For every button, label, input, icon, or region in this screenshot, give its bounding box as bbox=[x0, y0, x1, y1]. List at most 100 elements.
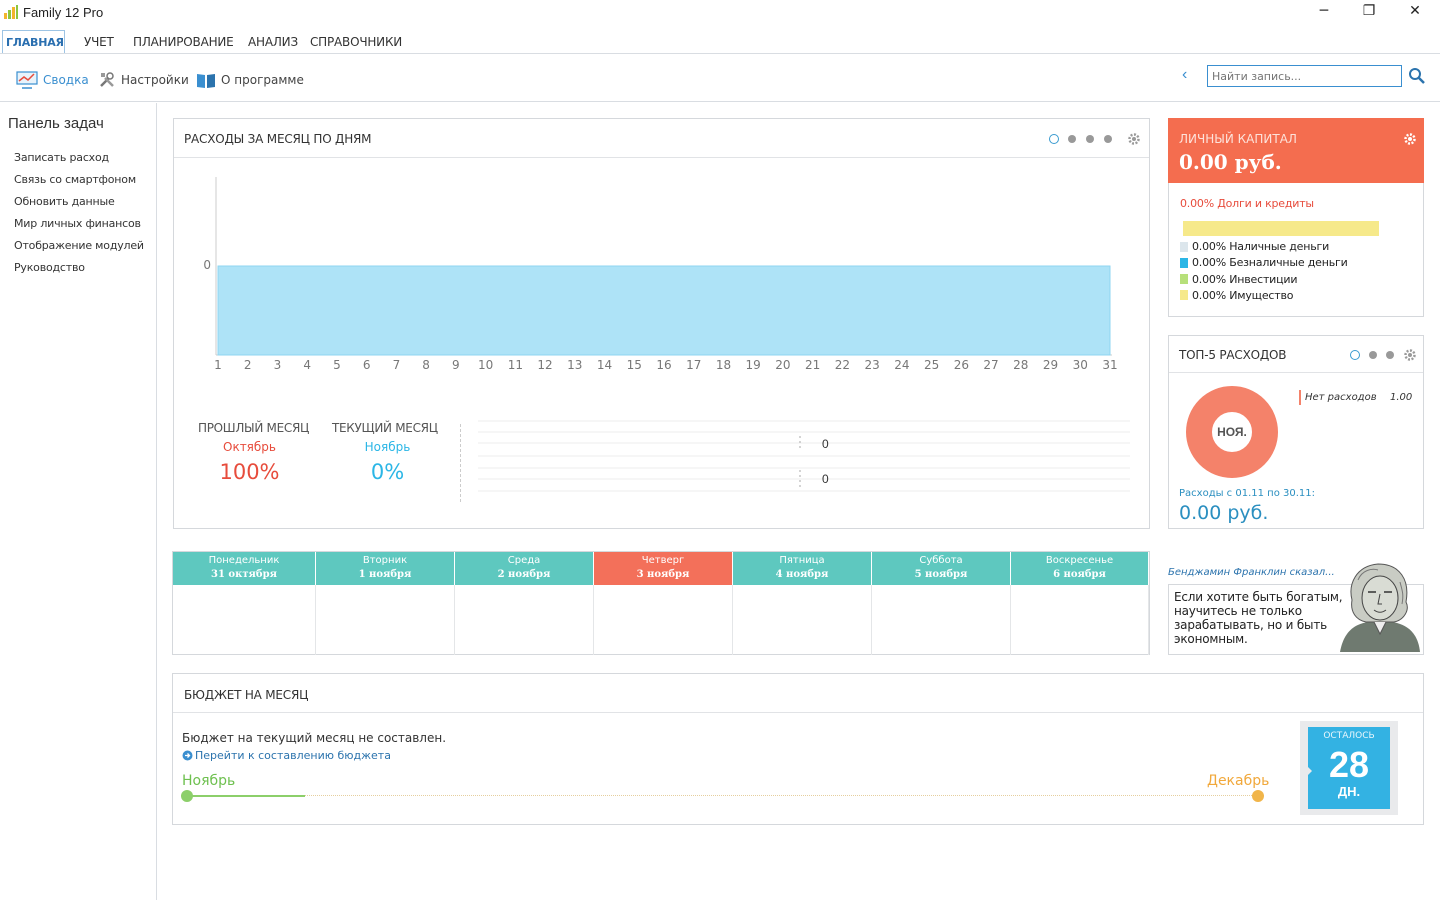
week-day-body bbox=[455, 585, 594, 655]
x-tick-label: 24 bbox=[894, 358, 910, 372]
tab-accounting[interactable]: УЧЕТ bbox=[81, 30, 117, 54]
pager-dot-active[interactable] bbox=[1049, 134, 1059, 144]
week-day-date: 4 ноября bbox=[775, 569, 829, 580]
x-tick-label: 27 bbox=[983, 358, 999, 372]
quote-text: Если хотите быть богатым, научитесь не т… bbox=[1174, 590, 1343, 646]
x-tick-label: 4 bbox=[303, 358, 311, 372]
x-tick-label: 25 bbox=[923, 358, 940, 372]
expenses-panel-title: РАСХОДЫ ЗА МЕСЯЦ ПО ДНЯМ bbox=[184, 132, 372, 146]
x-tick-label: 10 bbox=[477, 358, 494, 372]
budget-timeline bbox=[187, 795, 1258, 796]
x-tick-label: 26 bbox=[953, 358, 969, 372]
budget-message: Бюджет на текущий месяц не составлен. bbox=[182, 731, 447, 745]
week-day-header: Среда 2 ноября bbox=[455, 552, 594, 585]
capital-legend-item: 0.00% Инвестиции bbox=[1180, 272, 1298, 286]
capital-gear-icon[interactable] bbox=[1404, 133, 1416, 145]
budget-start-dot bbox=[181, 790, 193, 802]
minimize-button[interactable]: ─ bbox=[1301, 0, 1347, 24]
arrow-circle-icon bbox=[182, 750, 193, 761]
legend-label: 0.00% Имущество bbox=[1192, 288, 1294, 302]
x-tick-label: 9 bbox=[452, 358, 460, 372]
quote-author: Бенджамин Франклин сказал... bbox=[1168, 567, 1335, 578]
task-link-record-expense[interactable]: Записать расход bbox=[14, 151, 109, 164]
week-day-body bbox=[872, 585, 1011, 655]
top5-pager-dot-active[interactable] bbox=[1350, 350, 1360, 360]
pager-dot[interactable] bbox=[1068, 135, 1076, 143]
prev-bar-value: 0 bbox=[822, 437, 829, 451]
about-button[interactable]: О программе bbox=[196, 68, 304, 92]
search-icon[interactable] bbox=[1408, 67, 1426, 85]
week-day-header: Понедельник 31 октября bbox=[173, 552, 316, 585]
week-day-column[interactable]: Пятница 4 ноября bbox=[733, 552, 872, 655]
x-tick-label: 22 bbox=[834, 358, 851, 372]
task-link-smartphone[interactable]: Связь со смартфоном bbox=[14, 173, 136, 186]
top5-legend-label: Нет расходов bbox=[1305, 392, 1377, 403]
legend-label: 0.00% Инвестиции bbox=[1192, 272, 1298, 286]
week-day-date: 5 ноября bbox=[914, 569, 968, 580]
budget-end-month: Декабрь bbox=[1207, 773, 1270, 789]
task-link-guide[interactable]: Руководство bbox=[14, 261, 85, 274]
close-button[interactable]: ✕ bbox=[1392, 0, 1438, 24]
x-tick-label: 31 bbox=[1102, 358, 1118, 372]
legend-swatch bbox=[1180, 274, 1188, 285]
x-tick-label: 29 bbox=[1042, 358, 1059, 372]
task-link-finance-world[interactable]: Мир личных финансов bbox=[14, 217, 141, 230]
x-tick-label: 30 bbox=[1072, 358, 1088, 372]
week-day-date: 1 ноября bbox=[358, 569, 412, 580]
task-link-modules[interactable]: Отображение модулей bbox=[14, 239, 144, 252]
prev-month-title: ПРОШЛЫЙ МЕСЯЦ bbox=[198, 421, 310, 435]
x-tick-label: 11 bbox=[507, 358, 523, 372]
pager-dot[interactable] bbox=[1104, 135, 1112, 143]
week-day-name: Вторник bbox=[362, 555, 408, 566]
week-days: Понедельник 31 октября Вторник 1 ноября Сред… bbox=[173, 552, 1149, 655]
week-day-name: Понедельник bbox=[208, 555, 280, 566]
tab-planning[interactable]: ПЛАНИРОВАНИЕ bbox=[130, 30, 237, 54]
panel-divider bbox=[1169, 372, 1423, 373]
days-remaining-unit: ДН. bbox=[1337, 784, 1361, 799]
search-back-icon[interactable]: ‹ bbox=[1182, 66, 1198, 84]
pager-dot[interactable] bbox=[1086, 135, 1094, 143]
tab-references[interactable]: СПРАВОЧНИКИ bbox=[307, 30, 405, 54]
budget-start-month: Ноябрь bbox=[182, 773, 236, 789]
week-day-column[interactable]: Понедельник 31 октября bbox=[173, 552, 316, 655]
top5-gear-icon[interactable] bbox=[1404, 349, 1416, 361]
week-day-column[interactable]: Среда 2 ноября bbox=[455, 552, 594, 655]
week-day-column[interactable]: Четверг 3 ноября bbox=[594, 552, 733, 655]
top5-legend-value: 1.00 bbox=[1390, 392, 1413, 403]
x-tick-label: 17 bbox=[686, 358, 702, 372]
week-day-body bbox=[1011, 585, 1149, 655]
x-tick-label: 18 bbox=[715, 358, 732, 372]
panel-divider bbox=[174, 157, 1149, 158]
legend-swatch bbox=[1180, 241, 1188, 252]
maximize-button[interactable]: ❐ bbox=[1346, 0, 1392, 24]
week-day-column[interactable]: Вторник 1 ноября bbox=[316, 552, 455, 655]
budget-link[interactable]: Перейти к составлению бюджета bbox=[182, 749, 391, 762]
summary-button[interactable]: Сводка bbox=[16, 68, 89, 92]
x-tick-label: 20 bbox=[775, 358, 791, 372]
gear-icon[interactable] bbox=[1128, 133, 1140, 145]
tab-analysis[interactable]: АНАЛИЗ bbox=[245, 30, 301, 54]
tab-home[interactable]: ГЛАВНАЯ bbox=[2, 30, 65, 54]
top5-title: ТОП-5 РАСХОДОВ bbox=[1179, 348, 1287, 362]
top5-pager-dot[interactable] bbox=[1386, 351, 1394, 359]
week-day-column[interactable]: Воскресенье 6 ноября bbox=[1011, 552, 1149, 655]
legend-swatch bbox=[1180, 290, 1188, 301]
week-day-name: Среда bbox=[507, 555, 541, 566]
x-tick-label: 16 bbox=[656, 358, 672, 372]
x-tick-label: 8 bbox=[422, 358, 430, 372]
curr-bar-value: 0 bbox=[822, 472, 829, 486]
week-day-column[interactable]: Суббота 5 ноября bbox=[872, 552, 1011, 655]
search-input[interactable] bbox=[1207, 65, 1402, 87]
legend-label: 0.00% Наличные деньги bbox=[1192, 240, 1330, 253]
capital-title: ЛИЧНЫЙ КАПИТАЛ bbox=[1179, 132, 1297, 146]
task-link-refresh[interactable]: Обновить данные bbox=[14, 195, 115, 208]
comparison-divider bbox=[460, 424, 461, 502]
settings-button[interactable]: Настройки bbox=[98, 68, 189, 92]
capital-legend-item: 0.00% Имущество bbox=[1180, 289, 1293, 302]
window-title: Family 12 Pro bbox=[23, 5, 104, 20]
week-day-name: Пятница bbox=[779, 555, 825, 566]
top5-pager-dot[interactable] bbox=[1369, 351, 1377, 359]
x-tick-label: 23 bbox=[864, 358, 880, 372]
legend-swatch bbox=[1180, 257, 1188, 268]
days-remaining-value: 28 bbox=[1328, 744, 1370, 785]
